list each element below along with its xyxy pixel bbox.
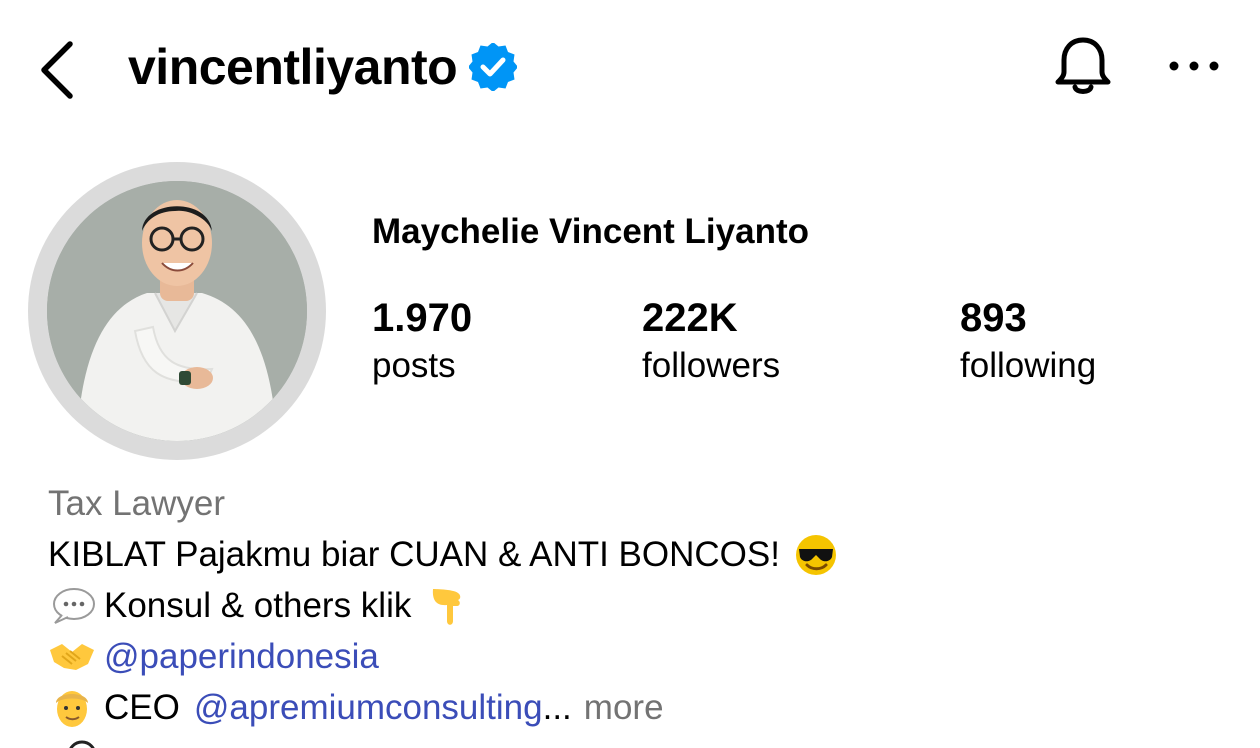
pointing-down-icon: [433, 588, 461, 625]
posts-stat[interactable]: 1.970 posts: [372, 292, 472, 388]
display-name: Maychelie Vincent Liyanto: [372, 212, 809, 251]
back-button[interactable]: [34, 36, 84, 100]
following-label: following: [960, 346, 1097, 385]
username: vincentliyanto: [128, 39, 458, 95]
header-title: vincentliyanto: [128, 34, 518, 100]
followers-stat[interactable]: 222K followers: [642, 292, 780, 388]
bio-line-3: @paperindonesia: [48, 631, 1228, 682]
more-horizontal-icon: [1169, 61, 1219, 71]
following-count: 893: [960, 296, 1027, 340]
posts-label: posts: [372, 346, 456, 385]
verified-badge-icon: [469, 43, 518, 91]
bio-text-1: KIBLAT Pajakmu biar CUAN & ANTI BONCOS!: [48, 535, 780, 574]
bio-line-4: CEO @apremiumconsulting ... more: [48, 682, 1228, 733]
avatar[interactable]: [47, 181, 307, 441]
followers-label: followers: [642, 346, 781, 385]
bio-ellipsis: ...: [542, 688, 572, 727]
handshake-icon: [50, 643, 94, 670]
bio-line-2: Konsul & others klik: [48, 580, 1228, 631]
paperindonesia-link[interactable]: @paperindonesia: [104, 631, 379, 682]
link-icon: [69, 740, 95, 748]
more-options-button[interactable]: [1168, 52, 1220, 80]
bio: Tax Lawyer KIBLAT Pajakmu biar CUAN & AN…: [48, 478, 1228, 733]
man-emoji-icon: [56, 690, 88, 727]
apremiumconsulting-link[interactable]: @apremiumconsulting: [194, 682, 543, 733]
chevron-left-icon: [41, 41, 73, 99]
bio-more-link[interactable]: more: [584, 682, 664, 733]
bio-line-1: KIBLAT Pajakmu biar CUAN & ANTI BONCOS!: [48, 529, 1228, 580]
bio-text-2: Konsul & others klik: [104, 586, 412, 625]
posts-count: 1.970: [372, 296, 473, 340]
profile-photo: [47, 181, 307, 441]
sunglasses-emoji-icon: [795, 534, 836, 575]
bell-icon: [1055, 37, 1111, 94]
bio-role: CEO: [104, 688, 180, 727]
category-label: Tax Lawyer: [48, 484, 226, 523]
speech-bubble-icon: [53, 587, 95, 624]
followers-count: 222K: [642, 296, 738, 340]
notifications-button[interactable]: [1050, 34, 1116, 100]
following-stat[interactable]: 893 following: [960, 292, 1096, 388]
profile-screen: vincentliyanto Maychelie Vincent Liyanto…: [0, 0, 1260, 748]
